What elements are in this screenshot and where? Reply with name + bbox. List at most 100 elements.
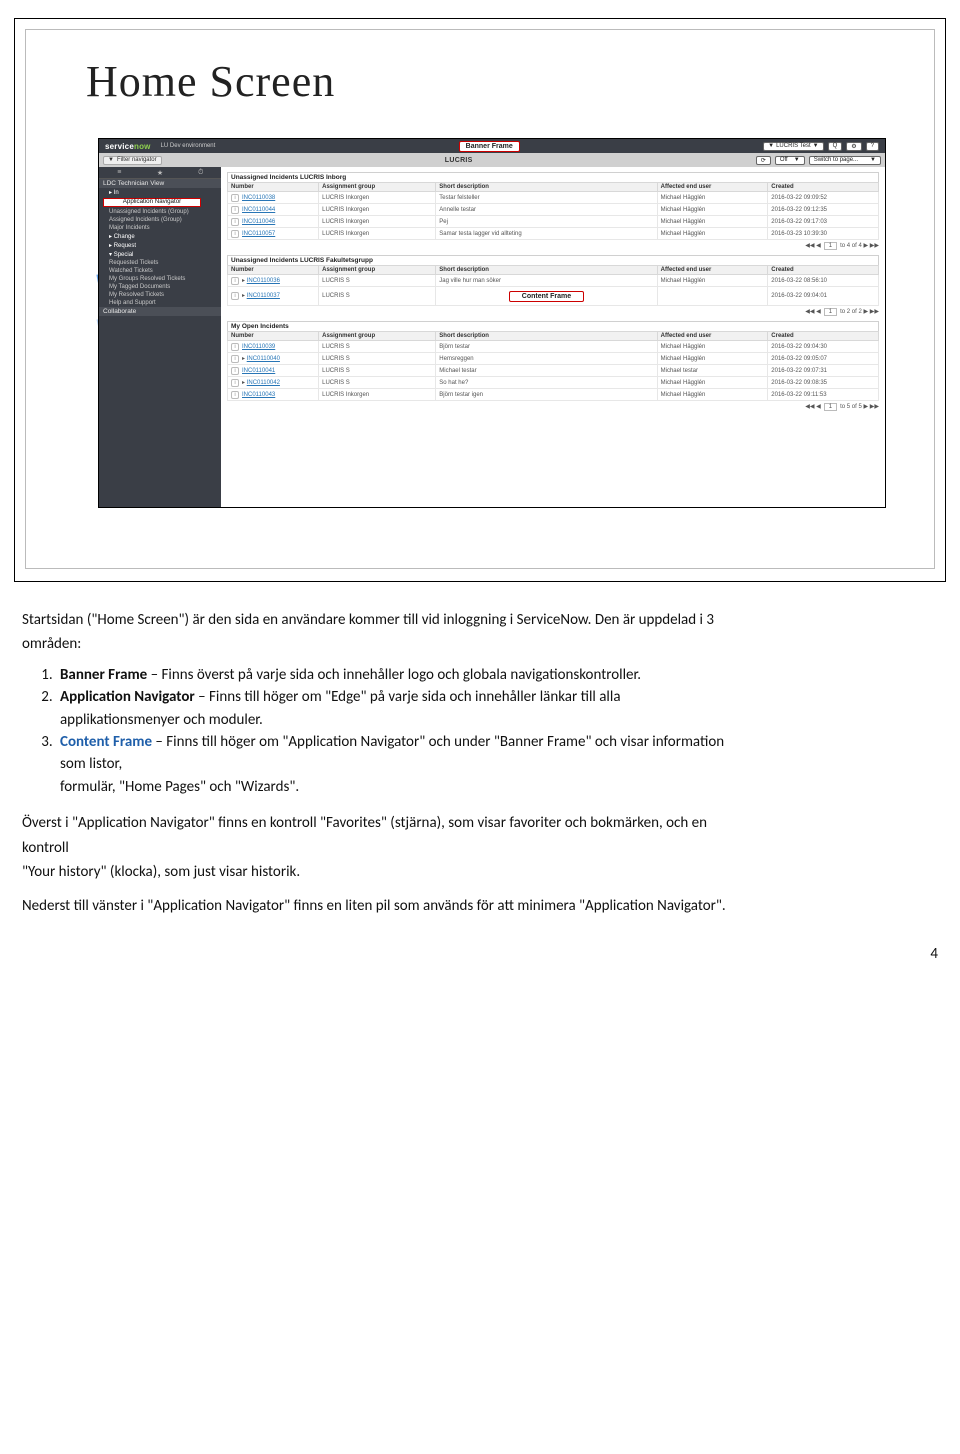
table-header-row: Number Assignment group Short descriptio… [228, 183, 879, 192]
nav-item[interactable]: Requested Tickets [99, 259, 221, 267]
env-label: LU Dev environment [161, 143, 216, 149]
application-navigator: ≡ ★ ⏱ LDC Technician View ▸ In Applicati… [99, 167, 221, 507]
table-row[interactable]: iINC0110039LUCRIS SBjörn testarMichael H… [228, 341, 879, 353]
nav-item[interactable]: Watched Tickets [99, 267, 221, 275]
list-item-3-cont-a: som listor, [56, 754, 938, 776]
nav-item[interactable]: Assigned Incidents (Group) [99, 216, 221, 224]
nav-header: LDC Technician View [99, 179, 221, 188]
screenshot-frame: Home Screen servicenow LU Dev environmen… [14, 18, 946, 582]
list-item-3-cont-b: formulär, "Home Pages" och "Wizards". [56, 777, 938, 799]
nav-item[interactable]: ▸ Request [99, 241, 221, 250]
list-item-3: Content Frame – Finns till höger om "App… [56, 732, 938, 754]
col-user[interactable]: Affected end user [657, 183, 768, 192]
user-menu[interactable]: ▼LUCRIS Test▼ [763, 142, 823, 151]
table-row[interactable]: i▸ INC0110036LUCRIS SJag ville hur man s… [228, 275, 879, 287]
numbered-list: Banner Frame – Finns överst på varje sid… [56, 665, 938, 799]
content-frame: Unassigned Incidents LUCRIS Inborg Numbe… [221, 167, 885, 507]
screenshot: Home Screen servicenow LU Dev environmen… [25, 29, 935, 569]
gear-icon[interactable]: ⚙ [846, 142, 861, 151]
info-icon[interactable]: i [231, 230, 239, 238]
intro-line-2: områden: [22, 634, 938, 654]
col-desc[interactable]: Short description [436, 183, 657, 192]
info-icon[interactable]: i [231, 355, 239, 363]
list-title: My Open Incidents [227, 321, 879, 331]
switch-page-menu[interactable]: Switch to page...▼ [809, 156, 881, 165]
screenshot-title: Home Screen [86, 56, 335, 107]
table-row[interactable]: i▸ INC0110042LUCRIS SSo hat he?Michael H… [228, 377, 879, 389]
filter-navigator[interactable]: ▼Filter navigator [103, 156, 162, 165]
table-row[interactable]: i▸ INC0110037LUCRIS SContent Frame2016-0… [228, 287, 879, 306]
para-2-line-1: Överst i "Application Navigator" finns e… [22, 813, 938, 833]
list-item-2: Application Navigator – Finns till höger… [56, 687, 938, 709]
list-title: Unassigned Incidents LUCRIS Fakultetsgru… [227, 255, 879, 265]
para-2-line-3: "Your history" (klocka), som just visar … [22, 862, 938, 882]
table-row[interactable]: iINC0110046LUCRIS InkorgenPejMichael Häg… [228, 216, 879, 228]
pager-prev[interactable]: ◀ [816, 243, 821, 249]
col-group[interactable]: Assignment group [319, 183, 436, 192]
content-frame-callout: Content Frame [509, 291, 584, 302]
list-block-3: My Open Incidents NumberAssignment group… [227, 321, 879, 412]
table-header-row: NumberAssignment groupShort descriptionA… [228, 266, 879, 275]
list-item-1: Banner Frame – Finns överst på varje sid… [56, 665, 938, 687]
application-navigator-callout: Application Navigator [103, 198, 201, 207]
info-icon[interactable]: i [231, 367, 239, 375]
table-header-row: NumberAssignment groupShort descriptionA… [228, 332, 879, 341]
info-icon[interactable]: i [231, 277, 239, 285]
page-number: 4 [0, 921, 960, 963]
info-icon[interactable]: i [231, 194, 239, 202]
para-3: Nederst till vänster i "Application Navi… [22, 896, 938, 916]
info-icon[interactable]: i [231, 343, 239, 351]
document-body: Startsidan ("Home Screen") är den sida e… [0, 604, 960, 917]
table-row[interactable]: iINC0110038LUCRIS InkorgenTestar felstel… [228, 192, 879, 204]
banner-frame-callout: Banner Frame [459, 141, 520, 152]
refresh-button[interactable]: ⟳ [756, 156, 771, 165]
history-icon[interactable]: ⏱ [180, 167, 221, 178]
table-row[interactable]: iINC0110057LUCRIS InkorgenSamar testa la… [228, 228, 879, 240]
info-icon[interactable]: i [231, 391, 239, 399]
col-number[interactable]: Number [228, 183, 319, 192]
info-icon[interactable]: i [231, 206, 239, 214]
list-block-2: Unassigned Incidents LUCRIS Fakultetsgru… [227, 255, 879, 317]
col-created[interactable]: Created [768, 183, 879, 192]
pager: ◀◀ ◀1to 2 of 2 ▶ ▶▶ [227, 306, 879, 317]
table-row[interactable]: iINC0110043LUCRIS InkorgenBjörn testar i… [228, 389, 879, 401]
brand-logo: servicenow [105, 142, 151, 151]
pager-last[interactable]: ▶▶ [870, 243, 879, 249]
list-block-1: Unassigned Incidents LUCRIS Inborg Numbe… [227, 172, 879, 251]
sub-bar: ▼Filter navigator LUCRIS ⟳ Off▼ Switch t… [99, 153, 885, 167]
nav-item[interactable]: ▸ Change [99, 232, 221, 241]
para-2-line-2: kontroll [22, 838, 938, 858]
banner-bar: servicenow LU Dev environment Banner Fra… [99, 139, 885, 153]
pager-first[interactable]: ◀◀ [805, 243, 814, 249]
list-title: Unassigned Incidents LUCRIS Inborg [227, 172, 879, 182]
nav-all-icon[interactable]: ≡ [99, 167, 140, 178]
list-item-2-cont: applikationsmenyer och moduler. [56, 710, 938, 732]
center-title: LUCRIS [162, 157, 756, 164]
search-icon[interactable]: Q [828, 142, 843, 151]
intro-line-1: Startsidan ("Home Screen") är den sida e… [22, 610, 938, 630]
pager: ◀◀ ◀1to 4 of 4 ▶ ▶▶ [227, 240, 879, 251]
pager: ◀◀ ◀1to 5 of 5 ▶ ▶▶ [227, 401, 879, 412]
help-icon[interactable]: ? [866, 142, 879, 151]
nav-item[interactable]: ▸ In [99, 188, 221, 197]
nav-item[interactable]: My Groups Resolved Tickets [99, 275, 221, 283]
nav-item[interactable]: Unassigned Incidents (Group) [99, 208, 221, 216]
nav-item[interactable]: Help and Support [99, 299, 221, 307]
nav-item[interactable]: My Tagged Documents [99, 283, 221, 291]
pager-page-input[interactable]: 1 [824, 242, 837, 250]
info-icon[interactable]: i [231, 379, 239, 387]
servicenow-window: servicenow LU Dev environment Banner Fra… [98, 138, 886, 508]
table-row[interactable]: iINC0110044LUCRIS InkorgenAnnelle testar… [228, 204, 879, 216]
filter-icon: ▼ [108, 157, 114, 163]
off-toggle[interactable]: Off▼ [775, 156, 805, 165]
nav-item[interactable]: Major Incidents [99, 224, 221, 232]
table-row[interactable]: i▸ INC0110040LUCRIS SHemsreggenMichael H… [228, 353, 879, 365]
nav-item[interactable]: ▾ Special [99, 250, 221, 259]
nav-item[interactable]: My Resolved Tickets [99, 291, 221, 299]
nav-header: Collaborate [99, 307, 221, 316]
info-icon[interactable]: i [231, 218, 239, 226]
pager-next[interactable]: ▶ [863, 243, 868, 249]
info-icon[interactable]: i [231, 292, 239, 300]
favorites-icon[interactable]: ★ [140, 167, 181, 178]
table-row[interactable]: iINC0110041LUCRIS SMichael testarMichael… [228, 365, 879, 377]
